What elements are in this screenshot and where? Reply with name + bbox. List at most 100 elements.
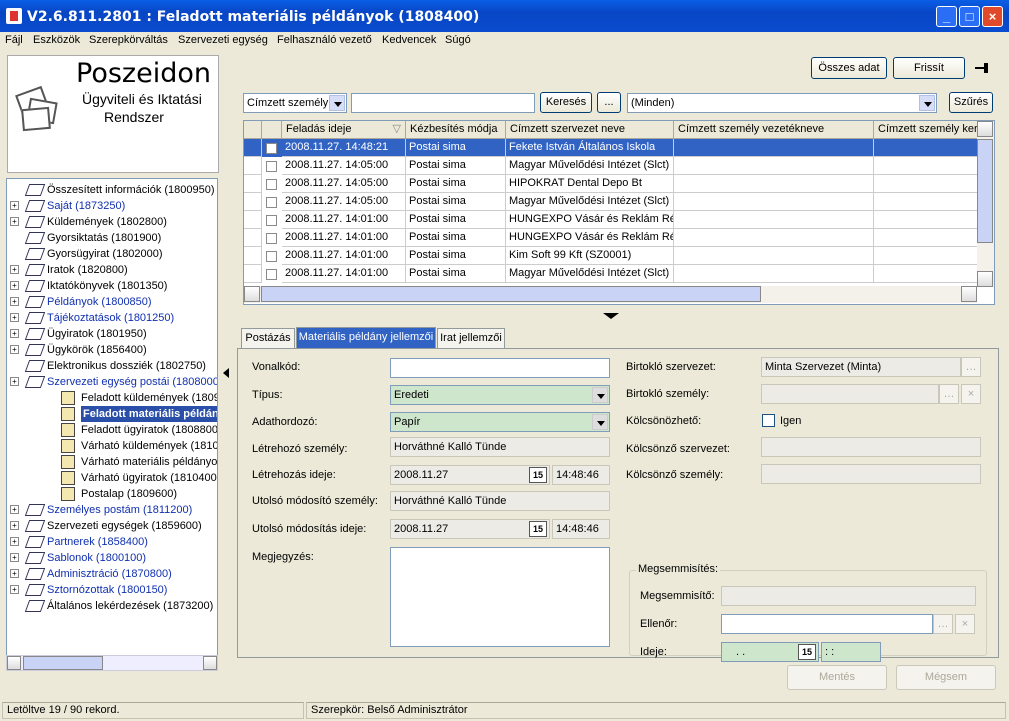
menu-help[interactable]: Súgó [445,34,471,46]
expand-icon[interactable]: + [10,297,19,306]
birtoklo-szemely-dots-button[interactable]: … [939,384,959,404]
row-checkbox[interactable] [266,179,277,190]
save-button[interactable]: Mentés [787,665,887,690]
table-row[interactable]: 2008.11.27. 14:48:21 Postai sima Fekete Is… [244,139,994,157]
expand-icon[interactable]: + [10,201,19,210]
refresh-button[interactable]: Frissít [893,57,965,79]
osszes-adat-button[interactable]: Összes adat [811,57,887,79]
collapse-arrow-icon[interactable] [603,313,619,319]
search-dots-button[interactable]: ... [597,92,621,113]
clear-icon[interactable]: × [955,614,975,634]
calendar-icon[interactable]: 15 [529,521,547,537]
scroll-thumb[interactable] [23,656,103,670]
expand-icon[interactable]: + [10,377,19,386]
table-row[interactable]: 2008.11.27. 14:01:00 Postai sima HUNGEXPO … [244,211,994,229]
row-checkbox[interactable] [266,161,277,172]
calendar-icon[interactable]: 15 [798,644,816,660]
calendar-icon[interactable]: 15 [529,467,547,483]
grid-header-kezbesites[interactable]: Kézbesítés módja [406,121,506,139]
row-indicator[interactable] [244,193,262,211]
table-row[interactable]: 2008.11.27. 14:05:00 Postai sima Magyar Mű… [244,157,994,175]
menu-favorites[interactable]: Kedvencek [382,34,436,46]
menu-role-switch[interactable]: Szerepkörváltás [89,34,168,46]
menu-tools[interactable]: Eszközök [33,34,80,46]
grid-header-vezeteknev[interactable]: Címzett személy vezetékneve [674,121,874,139]
grid-vertical-scrollbar[interactable] [977,121,994,287]
table-row[interactable]: 2008.11.27. 14:01:00 Postai sima Magyar Mű… [244,265,994,283]
grid-header-feladas[interactable]: Feladás ideje ▽ [282,121,406,139]
ellenor-dots-button[interactable]: … [933,614,953,634]
megjegyzes-textarea[interactable] [390,547,610,647]
grid-header-keresztnev[interactable]: Címzett személy kere [874,121,994,139]
chevron-down-icon[interactable] [329,95,345,111]
expand-icon[interactable]: + [10,313,19,322]
scroll-up-button[interactable] [977,121,993,137]
row-checkbox[interactable] [266,215,277,226]
expand-icon[interactable]: + [10,569,19,578]
tab-materialis-peldany[interactable]: Materiális példány jellemzői [296,327,436,348]
row-indicator[interactable] [244,229,262,247]
filter-select[interactable]: (Minden) [627,93,937,113]
expand-icon[interactable]: + [10,329,19,338]
menu-user-manager[interactable]: Felhasználó vezető [277,34,372,46]
panel-splitter[interactable] [222,360,230,384]
scroll-right-button[interactable] [961,286,977,302]
table-row[interactable]: 2008.11.27. 14:01:00 Postai sima HUNGEXPO … [244,229,994,247]
table-row[interactable]: 2008.11.27. 14:05:00 Postai sima Magyar Mű… [244,193,994,211]
chevron-down-icon[interactable] [919,95,935,111]
close-button[interactable]: × [982,6,1003,27]
pin-icon[interactable] [975,62,991,74]
expand-icon[interactable]: + [10,217,19,226]
search-input[interactable] [351,93,535,113]
row-indicator[interactable] [244,157,262,175]
expand-icon[interactable]: + [10,345,19,354]
expand-icon[interactable]: + [10,537,19,546]
scroll-down-button[interactable] [977,271,993,287]
row-checkbox[interactable] [266,143,277,154]
vonalkod-input[interactable] [390,358,610,378]
scroll-thumb[interactable] [977,139,993,243]
chevron-down-icon[interactable] [592,387,608,403]
tab-postazas[interactable]: Postázás [241,328,295,348]
grid-header-szervezet[interactable]: Címzett szervezet neve [506,121,674,139]
records-grid[interactable]: Feladás ideje ▽ Kézbesítés módja Címzett … [243,120,995,305]
row-checkbox[interactable] [266,197,277,208]
adathordozo-select[interactable]: Papír [390,412,610,432]
expand-icon[interactable]: + [10,505,19,514]
kolcsonozheto-checkbox[interactable] [762,414,775,427]
expand-icon[interactable]: + [10,521,19,530]
tipus-select[interactable]: Eredeti [390,385,610,405]
birtoklo-szervezet-dots-button[interactable]: … [961,357,981,377]
scroll-right-button[interactable] [203,656,217,670]
row-checkbox[interactable] [266,269,277,280]
menu-file[interactable]: Fájl [5,34,23,46]
row-checkbox[interactable] [266,251,277,262]
row-indicator[interactable] [244,211,262,229]
tree-horizontal-scrollbar[interactable] [6,655,218,671]
scroll-left-button[interactable] [244,286,260,302]
title-bar[interactable]: V2.6.811.2801 : Feladott materiális péld… [0,0,1009,32]
ideje-date[interactable]: . . 15 [721,642,819,662]
expand-icon[interactable]: + [10,553,19,562]
search-field-select[interactable]: Címzett személy ve [243,93,347,113]
table-row[interactable]: 2008.11.27. 14:05:00 Postai sima HIPOKRAT … [244,175,994,193]
expand-icon[interactable]: + [10,585,19,594]
row-indicator[interactable] [244,265,262,283]
scroll-left-button[interactable] [7,656,21,670]
ellenor-input[interactable] [721,614,933,634]
expand-icon[interactable]: + [10,265,19,274]
table-row[interactable]: 2008.11.27. 14:01:00 Postai sima Kim Soft … [244,247,994,265]
navigation-tree[interactable]: Összesített információk (1800950) + Saját … [6,178,218,663]
clear-icon[interactable]: × [961,384,981,404]
ideje-time[interactable]: : : [821,642,881,662]
row-indicator[interactable] [244,175,262,193]
maximize-button[interactable]: □ [959,6,980,27]
minimize-button[interactable]: _ [936,6,957,27]
expand-icon[interactable]: + [10,281,19,290]
tab-irat-jellemzoi[interactable]: Irat jellemzői [437,328,505,348]
chevron-down-icon[interactable] [592,414,608,430]
menu-org-unit[interactable]: Szervezeti egység [178,34,268,46]
row-indicator[interactable] [244,247,262,265]
filter-button[interactable]: Szűrés [949,92,993,113]
search-button[interactable]: Keresés [540,92,592,113]
